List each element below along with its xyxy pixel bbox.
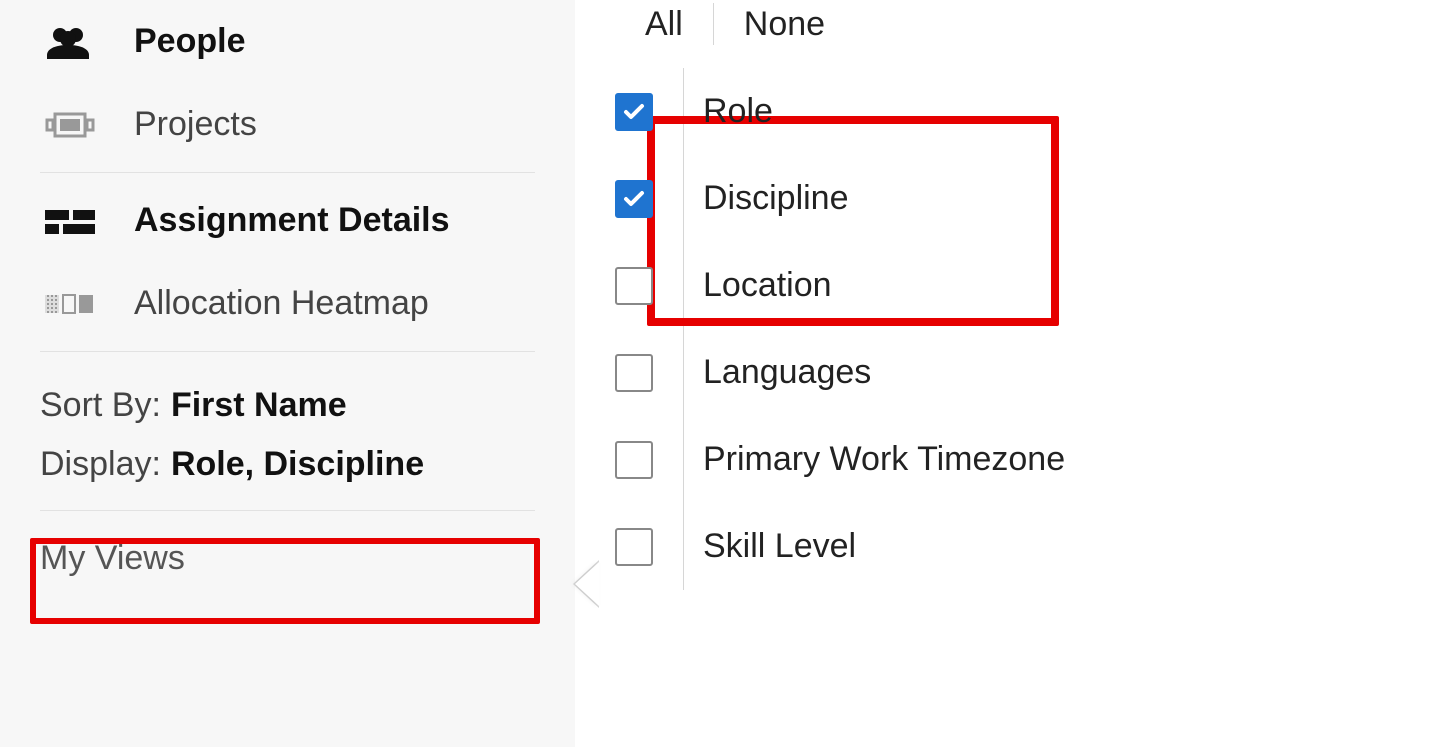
projects-icon (40, 108, 100, 142)
display-option-location[interactable]: Location (615, 242, 1415, 329)
option-label: Role (703, 92, 773, 131)
sidebar-label-heatmap: Allocation Heatmap (134, 284, 535, 323)
display-prefix: Display: (40, 445, 161, 484)
assignment-details-icon (40, 204, 100, 238)
divider (40, 172, 535, 173)
my-views-link[interactable]: My Views (40, 517, 535, 600)
sort-by-row[interactable]: Sort By: First Name (40, 376, 535, 435)
display-option-skill-level[interactable]: Skill Level (615, 503, 1415, 590)
sidebar-item-assignment-details[interactable]: Assignment Details (40, 179, 535, 262)
checkbox[interactable] (615, 528, 653, 566)
checkbox[interactable] (615, 180, 653, 218)
option-label: Location (703, 266, 832, 305)
flyout-arrow (575, 562, 599, 606)
checkbox[interactable] (615, 93, 653, 131)
sidebar-label-people: People (134, 22, 535, 61)
checkbox[interactable] (615, 441, 653, 479)
allocation-heatmap-icon (40, 287, 100, 321)
sidebar: People Projects Assignment Details (0, 0, 575, 747)
select-all-link[interactable]: All (615, 5, 713, 44)
option-label: Discipline (703, 179, 849, 218)
display-option-discipline[interactable]: Discipline (615, 155, 1415, 242)
checkbox[interactable] (615, 267, 653, 305)
display-option-role[interactable]: Role (615, 68, 1415, 155)
sort-display-block: Sort By: First Name Display: Role, Disci… (40, 358, 535, 504)
my-views-label: My Views (40, 539, 185, 577)
options-list: Role Discipline Location Languages Primary W… (615, 68, 1415, 590)
sidebar-label-assignment: Assignment Details (134, 201, 535, 240)
sidebar-item-allocation-heatmap[interactable]: Allocation Heatmap (40, 262, 535, 345)
sidebar-item-projects[interactable]: Projects (40, 83, 535, 166)
sort-by-prefix: Sort By: (40, 386, 161, 425)
display-options-panel: All None Role Discipline Location Languages… (575, 0, 1455, 747)
option-label: Languages (703, 353, 871, 392)
checkbox[interactable] (615, 354, 653, 392)
sidebar-item-people[interactable]: People (40, 0, 535, 83)
people-icon (40, 25, 100, 59)
display-option-primary-work-timezone[interactable]: Primary Work Timezone (615, 416, 1415, 503)
option-label: Primary Work Timezone (703, 440, 1065, 479)
display-option-languages[interactable]: Languages (615, 329, 1415, 416)
panel-header-links: All None (615, 0, 1415, 58)
divider (40, 351, 535, 352)
display-row[interactable]: Display: Role, Discipline (40, 435, 535, 494)
divider (40, 510, 535, 511)
option-label: Skill Level (703, 527, 856, 566)
sidebar-label-projects: Projects (134, 105, 535, 144)
display-value: Role, Discipline (171, 445, 424, 484)
sort-by-value: First Name (171, 386, 347, 425)
select-none-link[interactable]: None (714, 5, 855, 44)
